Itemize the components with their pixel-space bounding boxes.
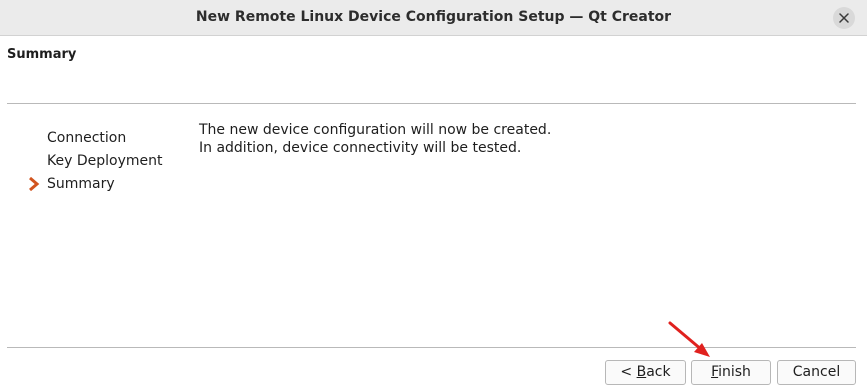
description-line-1: The new device configuration will now be…	[199, 122, 552, 138]
page-title: Summary	[7, 47, 77, 62]
window-title: New Remote Linux Device Configuration Se…	[195, 9, 672, 25]
title-bar[interactable]: New Remote Linux Device Configuration Se…	[0, 0, 867, 36]
footer-divider	[7, 347, 856, 348]
back-button[interactable]: < Back	[605, 360, 686, 385]
header-divider	[7, 103, 856, 104]
step-connection: Connection	[47, 130, 127, 146]
step-key-deployment: Key Deployment	[47, 153, 163, 169]
red-arrow-annotation	[668, 321, 710, 357]
wizard-window: New Remote Linux Device Configuration Se…	[0, 0, 867, 390]
back-label-rest: ack	[646, 364, 671, 380]
close-icon	[839, 13, 849, 23]
cancel-label: Cancel	[792, 364, 841, 380]
cancel-button[interactable]: Cancel	[777, 360, 856, 385]
back-prefix: <	[620, 364, 637, 380]
description-line-2: In addition, device connectivity will be…	[199, 140, 522, 156]
close-button[interactable]	[833, 7, 855, 29]
summary-description: The new device configuration will now be…	[199, 121, 551, 157]
finish-button[interactable]: Finish	[691, 360, 771, 385]
step-summary: Summary	[47, 176, 115, 192]
back-mnemonic: B	[636, 364, 647, 380]
chevron-right-icon	[29, 177, 40, 191]
finish-label-rest: inish	[718, 364, 751, 380]
